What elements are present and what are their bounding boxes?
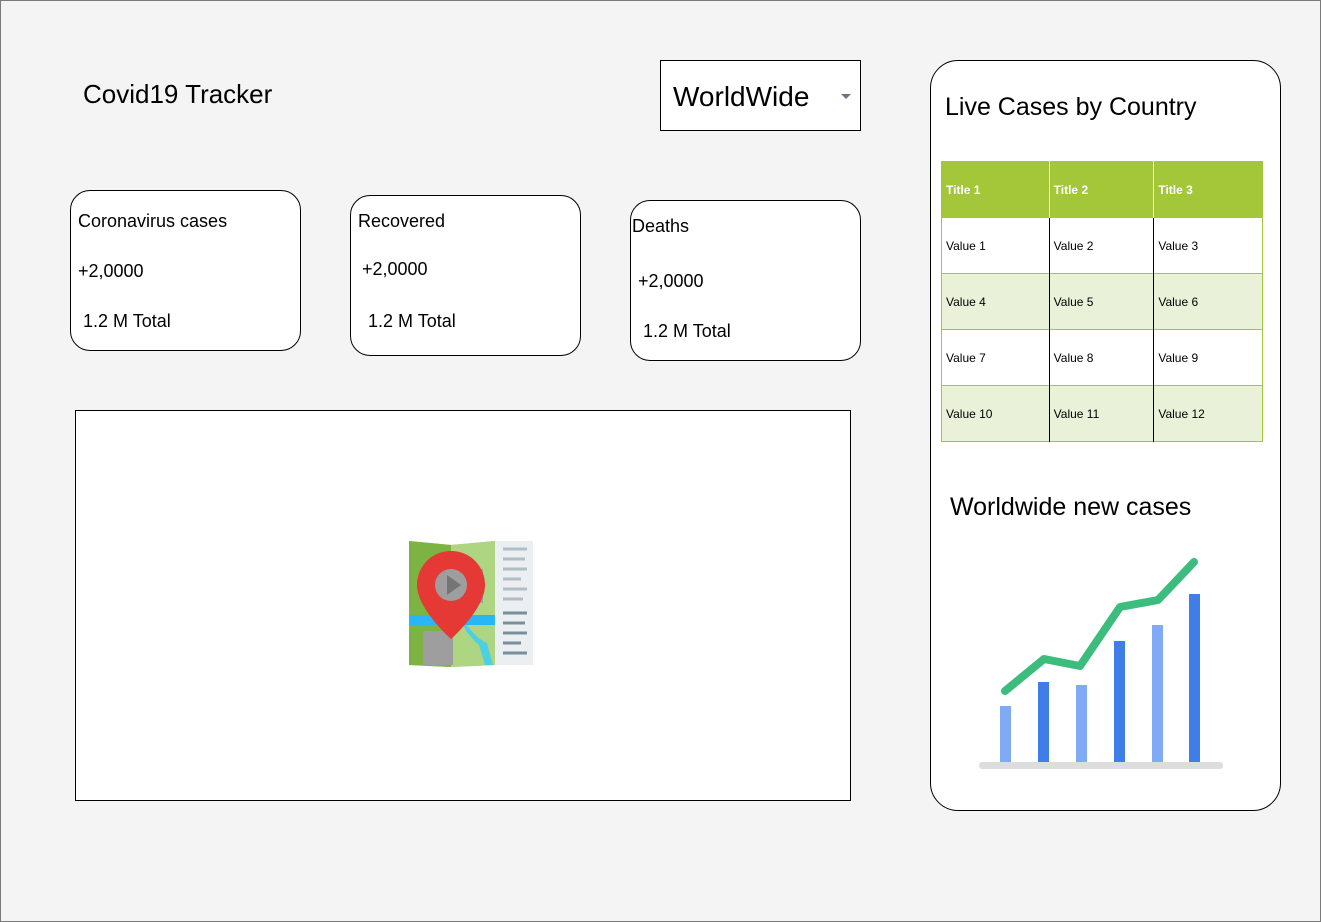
cases-card-today: +2,0000 — [78, 261, 144, 281]
side-panel: Live Cases by Country Title 1 Title 2 Ti… — [930, 60, 1281, 811]
recovered-card-total: 1.2 M Total — [368, 311, 456, 331]
live-cases-title: Live Cases by Country — [945, 93, 1197, 121]
table-cell: Value 11 — [1049, 385, 1155, 442]
deaths-card[interactable]: Deaths +2,0000 1.2 M Total — [630, 200, 861, 361]
table-header-row: Title 1 Title 2 Title 3 — [941, 161, 1263, 218]
table-row[interactable]: Value 1 Value 2 Value 3 — [941, 217, 1263, 274]
table-cell: Value 12 — [1158, 406, 1205, 421]
table-row[interactable]: Value 7 Value 8 Value 9 — [941, 329, 1263, 386]
map-panel[interactable] — [75, 410, 851, 801]
live-cases-table: Title 1 Title 2 Title 3 Value 1 Value 2 … — [941, 161, 1263, 442]
table-row[interactable]: Value 10 Value 11 Value 12 — [941, 385, 1263, 442]
deaths-card-today: +2,0000 — [638, 271, 704, 291]
table-header-cell[interactable]: Title 3 — [1154, 162, 1263, 218]
table-cell: Value 6 — [1158, 294, 1199, 309]
table-header-cell[interactable]: Title 2 — [1049, 161, 1155, 218]
table-cell: Value 7 — [941, 329, 1050, 386]
bar-line-chart-icon — [979, 558, 1223, 769]
country-select[interactable]: WorldWide — [660, 60, 861, 131]
cases-card-total: 1.2 M Total — [83, 311, 171, 331]
table-cell: Value 8 — [1049, 329, 1155, 386]
recovered-card-today: +2,0000 — [362, 259, 428, 279]
cases-card[interactable]: Coronavirus cases +2,0000 1.2 M Total — [70, 190, 301, 351]
deaths-card-total: 1.2 M Total — [643, 321, 731, 341]
new-cases-title: Worldwide new cases — [950, 493, 1192, 521]
cases-card-label: Coronavirus cases — [78, 211, 228, 231]
country-select-value: WorldWide — [673, 81, 810, 112]
table-cell: Value 1 — [941, 217, 1050, 274]
chevron-down-icon — [841, 94, 851, 99]
table-cell: Value 9 — [1158, 350, 1199, 365]
table-cell: Value 5 — [1049, 273, 1155, 330]
recovered-card[interactable]: Recovered +2,0000 1.2 M Total — [350, 195, 581, 356]
map-pin-icon — [409, 541, 533, 667]
deaths-card-label: Deaths — [632, 216, 690, 236]
table-cell: Value 2 — [1049, 217, 1155, 274]
table-header-cell[interactable]: Title 1 — [941, 161, 1050, 218]
table-cell: Value 10 — [941, 385, 1050, 442]
table-cell: Value 3 — [1158, 238, 1199, 253]
recovered-card-label: Recovered — [358, 211, 446, 231]
app-title: Covid19 Tracker — [83, 79, 273, 109]
table-cell: Value 4 — [941, 273, 1050, 330]
table-row[interactable]: Value 4 Value 5 Value 6 — [941, 273, 1263, 330]
